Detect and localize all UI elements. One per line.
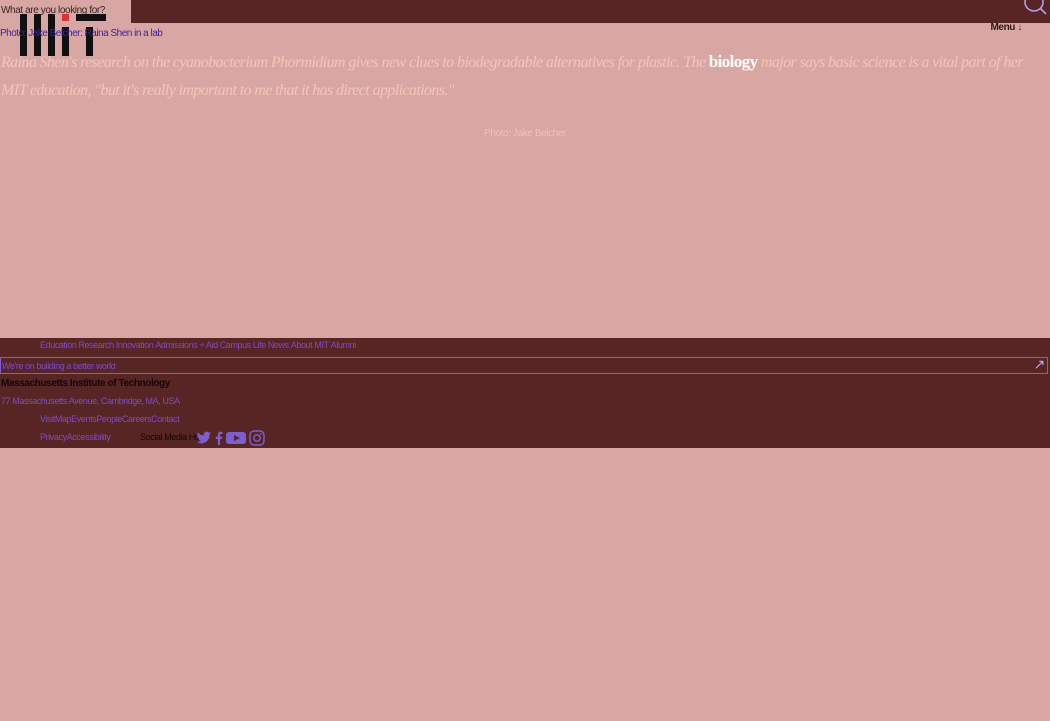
arrow-up-right-icon: ↗ xyxy=(1033,356,1046,372)
biology-link[interactable]: biology xyxy=(709,52,758,71)
social-icons xyxy=(196,430,265,446)
footer-link-contact[interactable]: Contact xyxy=(151,414,180,424)
footer-nav-alumni[interactable]: Alumni xyxy=(331,340,357,350)
footer-links: VisitMapEventsPeopleCareersContact xyxy=(40,414,180,424)
footer-nav-news[interactable]: News xyxy=(268,340,289,350)
search-icon[interactable] xyxy=(1024,0,1048,18)
top-bar xyxy=(0,0,1050,23)
footer-nav-research[interactable]: Research xyxy=(78,340,114,350)
caption-text-1: Raina Shen's research on the cyanobacter… xyxy=(1,54,706,71)
instagram-icon[interactable] xyxy=(249,430,265,446)
footer-link-people[interactable]: People xyxy=(96,414,122,424)
institution-name: Massachusetts Institute of Technology xyxy=(1,378,170,389)
social-media-hub-label[interactable]: Social Media Hub xyxy=(140,432,205,442)
footer-link-privacy[interactable]: Privacy xyxy=(40,432,67,442)
footer-link-map[interactable]: Map xyxy=(55,414,72,424)
footer: Education Research Innovation Admissions + … xyxy=(0,338,1050,448)
footer-legal-links: PrivacyAccessibility xyxy=(40,432,111,442)
facebook-icon[interactable] xyxy=(215,431,223,445)
menu-label: Menu xyxy=(990,22,1015,33)
newsletter-link[interactable]: We're on building a better world ↗ xyxy=(0,356,1048,374)
twitter-icon[interactable] xyxy=(196,431,212,445)
footer-link-events[interactable]: Events xyxy=(71,414,97,424)
hero-image-alt-text: Photo: Jake Belcher: Raina Shen in a lab xyxy=(0,28,163,39)
footer-nav-innovation[interactable]: Innovation xyxy=(116,340,154,350)
menu-button[interactable]: Menu ↓ xyxy=(990,22,1022,33)
youtube-icon[interactable] xyxy=(226,431,246,445)
footer-link-accessibility[interactable]: Accessibility xyxy=(67,432,111,442)
footer-nav: Education Research Innovation Admissions + … xyxy=(40,340,358,350)
article-caption: Raina Shen's research on the cyanobacter… xyxy=(1,48,1041,105)
photo-credit: Photo: Jake Belcher xyxy=(484,128,566,139)
newsletter-text: We're on building a better world xyxy=(2,361,116,371)
chevron-down-icon: ↓ xyxy=(1017,22,1022,33)
footer-link-visit[interactable]: Visit xyxy=(40,414,55,424)
footer-nav-education[interactable]: Education xyxy=(40,340,77,350)
footer-link-careers[interactable]: Careers xyxy=(122,414,152,424)
footer-nav-campus-life[interactable]: Campus Life xyxy=(220,340,267,350)
footer-nav-about[interactable]: About MIT xyxy=(291,340,329,350)
address-link[interactable]: 77 Massachusetts Avenue, Cambridge, MA, … xyxy=(1,396,180,406)
footer-nav-admissions[interactable]: Admissions + Aid xyxy=(155,340,218,350)
